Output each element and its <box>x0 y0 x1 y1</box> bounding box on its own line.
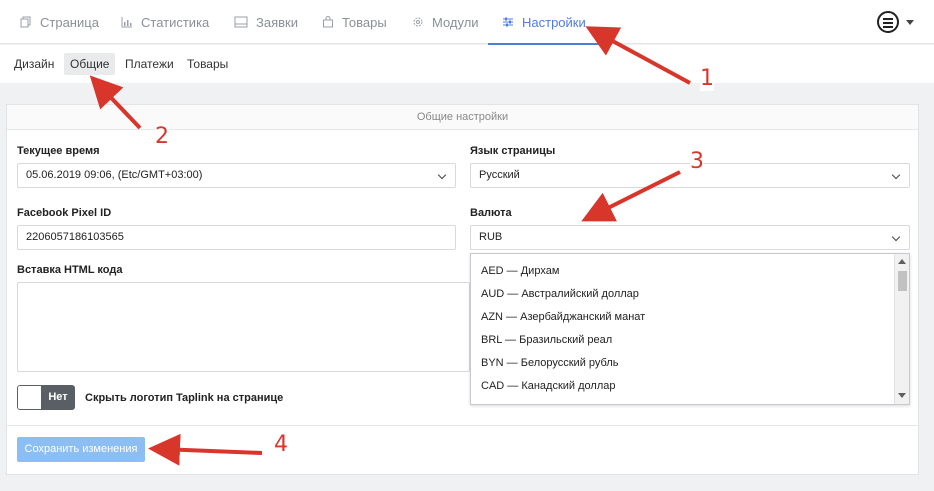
chevron-down-icon <box>891 232 901 242</box>
dropdown-scrollbar[interactable] <box>894 254 909 404</box>
annotation-2: 2 <box>155 124 169 149</box>
chevron-down-icon[interactable] <box>906 20 914 25</box>
tab-page[interactable]: Страница <box>20 0 99 44</box>
chevron-down-icon <box>891 170 901 180</box>
currency-option[interactable]: BRL — Бразильский реал <box>481 334 612 346</box>
account-menu-icon[interactable] <box>877 11 899 33</box>
tab-label: Настройки <box>522 14 586 30</box>
pixel-label: Facebook Pixel ID <box>17 207 112 219</box>
tab-label: Заявки <box>256 14 298 30</box>
timezone-value: 05.06.2019 09:06, (Etc/GMT+03:00) <box>26 169 203 181</box>
page-icon <box>20 16 31 28</box>
top-navigation: Страница Статистика Заявки Товары Модули… <box>0 0 934 45</box>
html-code-textarea[interactable] <box>17 282 470 372</box>
divider <box>7 425 918 426</box>
scroll-down-icon[interactable] <box>898 393 906 398</box>
currency-dropdown[interactable]: AED — Дирхам AUD — Австралийский доллар … <box>470 253 910 405</box>
chart-icon <box>121 17 132 28</box>
tab-statistics[interactable]: Статистика <box>121 0 209 44</box>
currency-value: RUB <box>479 231 503 243</box>
subtab-general[interactable]: Общие <box>64 53 116 75</box>
settings-subnav: Дизайн Общие Платежи Товары <box>0 45 934 83</box>
tab-label: Страница <box>40 14 99 30</box>
pixel-id-value: 2206057186103565 <box>26 231 124 243</box>
save-button[interactable]: Сохранить изменения <box>17 437 145 462</box>
subtab-design[interactable]: Дизайн <box>8 53 60 75</box>
timezone-select[interactable]: 05.06.2019 09:06, (Etc/GMT+03:00) <box>17 163 456 188</box>
language-label: Язык страницы <box>470 145 556 157</box>
html-code-label: Вставка HTML кода <box>17 264 123 276</box>
gear-icon <box>413 17 423 27</box>
hide-logo-toggle[interactable]: Нет <box>17 385 75 410</box>
currency-select[interactable]: RUB <box>470 225 910 250</box>
pixel-id-field[interactable]: 2206057186103565 <box>17 225 456 250</box>
tab-modules[interactable]: Модули <box>412 0 479 44</box>
scroll-thumb[interactable] <box>898 271 907 291</box>
currency-label: Валюта <box>470 207 512 219</box>
tab-label: Товары <box>342 14 387 30</box>
inbox-icon <box>234 16 248 28</box>
language-value: Русский <box>479 169 520 181</box>
currency-option[interactable]: AUD — Австралийский доллар <box>481 288 639 300</box>
annotation-4: 4 <box>274 432 288 457</box>
sliders-icon <box>503 17 513 27</box>
tab-requests[interactable]: Заявки <box>234 0 298 44</box>
annotation-3: 3 <box>690 149 704 174</box>
currency-option[interactable]: AZN — Азербайджанский манат <box>481 311 645 323</box>
card-title: Общие настройки <box>7 105 918 130</box>
scroll-up-icon[interactable] <box>898 259 906 264</box>
tab-settings[interactable]: Настройки <box>488 0 600 45</box>
subtab-payments[interactable]: Платежи <box>119 53 180 75</box>
currency-option[interactable]: AED — Дирхам <box>481 265 559 277</box>
tab-label: Статистика <box>141 14 210 30</box>
tab-products[interactable]: Товары <box>322 0 387 44</box>
chevron-down-icon <box>437 170 447 180</box>
currency-option[interactable]: BYN — Белорусский рубль <box>481 357 618 369</box>
currency-option[interactable]: CAD — Канадский доллар <box>481 380 616 392</box>
subtab-products[interactable]: Товары <box>181 53 234 75</box>
hide-logo-label: Скрыть логотип Taplink на странице <box>85 392 284 404</box>
time-label: Текущее время <box>17 145 100 157</box>
toggle-knob <box>17 385 41 410</box>
toggle-state: Нет <box>41 385 75 410</box>
tab-label: Модули <box>432 14 479 30</box>
bag-icon <box>323 16 333 28</box>
annotation-1: 1 <box>700 66 714 91</box>
